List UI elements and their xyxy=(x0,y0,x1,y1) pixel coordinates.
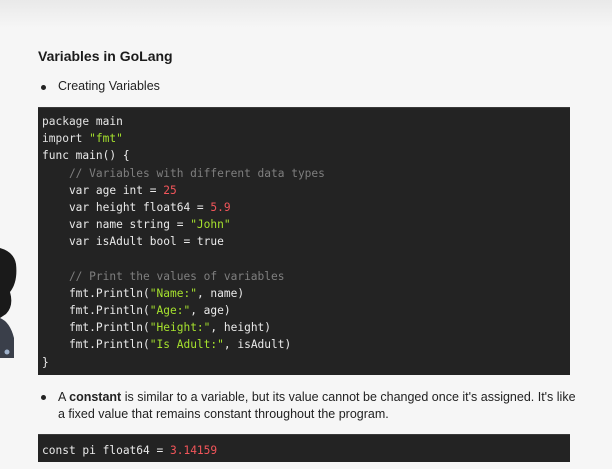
code-line-6: var height float64 = 5.9 xyxy=(42,199,570,216)
bullet-dot-icon xyxy=(41,85,46,90)
code-string: "Name:" xyxy=(149,286,197,300)
code-comment-line: // Variables with different data types xyxy=(42,166,325,180)
code-keyword: import xyxy=(42,132,83,146)
code-text: var height float64 = xyxy=(42,200,211,214)
code-string: "Age:" xyxy=(149,304,191,318)
code-number: 5.9 xyxy=(210,200,231,214)
slide-title: Variables in GoLang xyxy=(38,48,173,64)
code-line-13: fmt.Println("Height:", height) xyxy=(42,319,570,336)
code-text: fmt.Println( xyxy=(42,338,150,352)
code-number: 25 xyxy=(163,183,177,197)
code-text: , name) xyxy=(196,286,245,300)
code-line-5: var age int = 25 xyxy=(42,182,570,199)
code-text: const pi float64 = xyxy=(42,444,170,457)
code-line-8: var isAdult bool = true xyxy=(42,235,224,249)
code-line-7: var name string = "John" xyxy=(42,216,570,233)
code-string: "fmt" xyxy=(89,132,123,146)
code-text: main xyxy=(89,115,123,128)
code-string: "Height:" xyxy=(149,321,211,335)
code-number: 3.14159 xyxy=(169,444,218,457)
slide-top-shade xyxy=(0,0,612,28)
code-text: , height) xyxy=(210,321,272,335)
code-line-const: const pi float64 = 3.14159 xyxy=(42,442,570,459)
code-text: fmt.Println( xyxy=(42,286,150,300)
code-keyword: package xyxy=(42,115,90,128)
code-text: fmt.Println( xyxy=(42,304,150,318)
code-block-variables: package main import "fmt" func main() { … xyxy=(38,107,570,375)
bullet-text: A xyxy=(58,390,70,404)
code-comment-line: // Print the values of variables xyxy=(42,269,285,283)
bullet-dot-icon xyxy=(41,395,46,400)
presenter-silhouette xyxy=(0,248,17,358)
code-text: var age int = xyxy=(42,183,164,197)
code-line-15: } xyxy=(42,355,49,369)
code-string: "Is Adult:" xyxy=(149,338,224,352)
bullet-bold-term: constant xyxy=(69,390,122,404)
presentation-slide: Variables in GoLang Creating Variables p… xyxy=(0,0,612,469)
code-string: "John" xyxy=(190,218,231,232)
code-text: var name string = xyxy=(42,218,191,232)
code-text: , isAdult) xyxy=(223,338,292,352)
code-line-1: package main xyxy=(42,113,570,130)
code-line-12: fmt.Println("Age:", age) xyxy=(42,302,570,319)
code-text: fmt.Println( xyxy=(42,321,150,335)
code-line-2: import "fmt" xyxy=(42,130,570,147)
code-line-11: fmt.Println("Name:", name) xyxy=(42,285,570,302)
bullet-text: is similar to a variable, but its value … xyxy=(58,390,576,421)
code-block-constant: const pi float64 = 3.14159 xyxy=(38,434,570,462)
bullet-text: Creating Variables xyxy=(58,79,160,93)
code-line-3: func main() { xyxy=(42,149,130,163)
code-line-14: fmt.Println("Is Adult:", isAdult) xyxy=(42,336,570,353)
code-text: , age) xyxy=(190,304,231,318)
bullet-constant-explanation: A constant is similar to a variable, but… xyxy=(41,389,578,423)
bullet-creating-variables: Creating Variables xyxy=(41,79,160,93)
